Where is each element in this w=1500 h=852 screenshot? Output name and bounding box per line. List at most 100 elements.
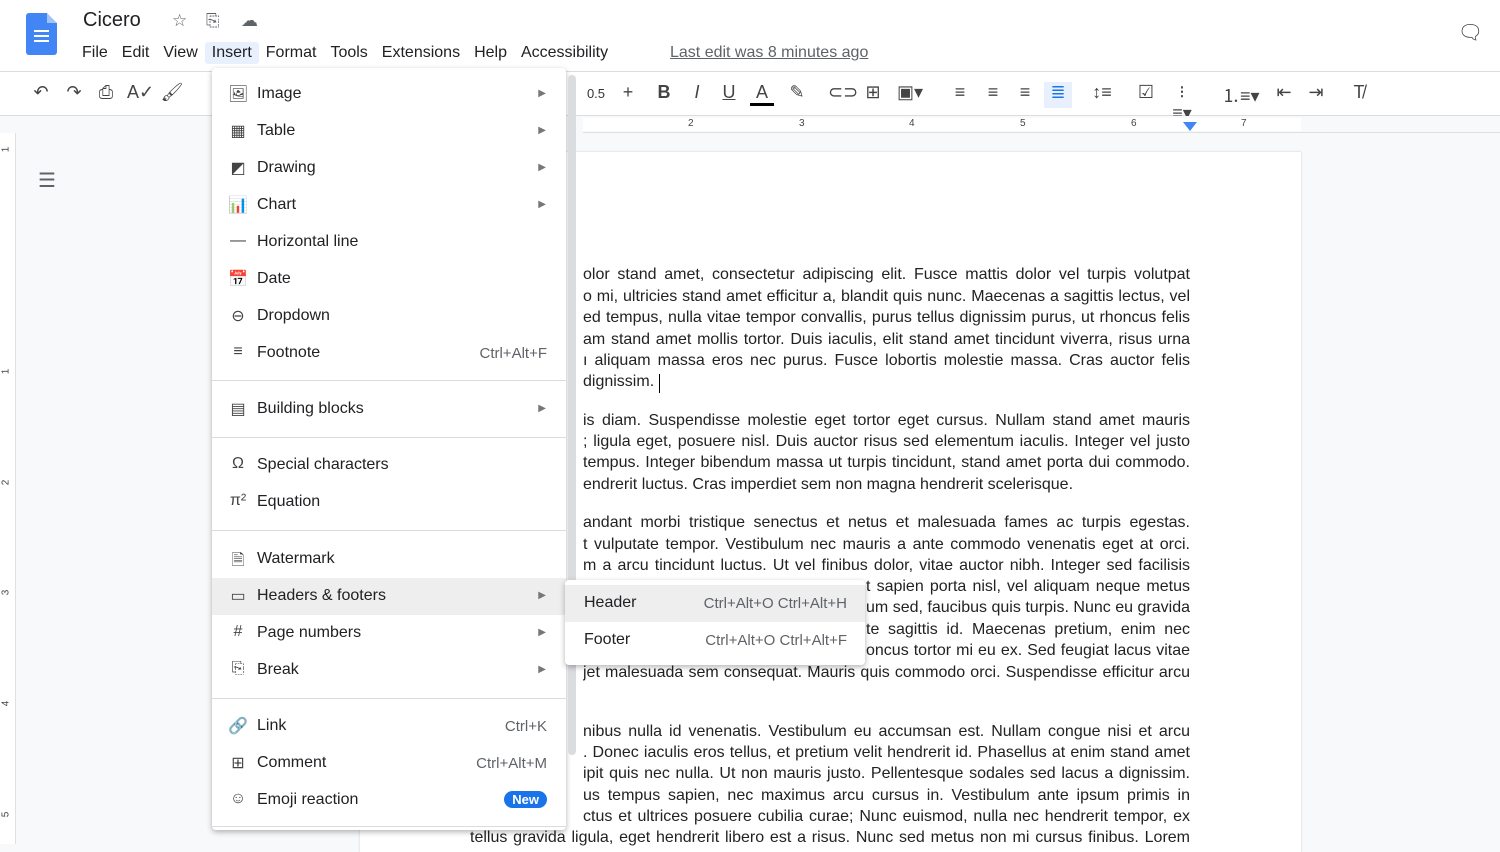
justify-icon[interactable]: ≣ [1044, 82, 1072, 108]
insert-image-icon[interactable]: ▣▾ [897, 82, 921, 103]
redo-icon[interactable]: ↷ [62, 82, 86, 103]
right-indent-marker[interactable] [1183, 122, 1197, 131]
link-icon[interactable]: ⊂⊃ [828, 82, 852, 103]
menu-format[interactable]: Format [259, 42, 324, 64]
document-text-line[interactable]: ipit quis nec nulla. Ut non mauris justo… [583, 764, 1190, 784]
menu-item-label: Footnote [257, 344, 320, 362]
menu-edit[interactable]: Edit [115, 42, 157, 64]
document-text-line[interactable]: andant morbi tristique senectus et netus… [583, 513, 1190, 533]
menu-help[interactable]: Help [467, 42, 514, 64]
dropdown-icon: ⊖ [228, 306, 248, 326]
menu-item-comment[interactable]: ⊞CommentCtrl+Alt+M [212, 745, 566, 782]
menu-item-page-numbers[interactable]: #Page numbers▶ [212, 615, 566, 652]
checklist-icon[interactable]: ☑ [1134, 82, 1158, 103]
document-text-line[interactable]: nibus nulla id venenatis. Vestibulum eu … [583, 722, 1190, 742]
document-text-line[interactable]: is diam. Suspendisse molestie eget torto… [583, 411, 1190, 431]
undo-icon[interactable]: ↶ [29, 82, 53, 103]
menu-view[interactable]: View [156, 42, 204, 64]
bold-icon[interactable]: B [652, 82, 676, 103]
menu-item-equation[interactable]: π²Equation [212, 484, 566, 521]
menu-item-horizontal-line[interactable]: —Horizontal line [212, 224, 566, 261]
document-text-line[interactable]: ; ligula eget, posuere nisl. Duis auctor… [583, 432, 1190, 452]
submenu-item-footer[interactable]: FooterCtrl+Alt+O Ctrl+Alt+F [565, 622, 865, 659]
add-comment-icon[interactable]: ⊞ [861, 82, 885, 103]
menu-item-drawing[interactable]: ◩Drawing▶ [212, 150, 566, 187]
document-text-line[interactable]: jet malesuada sem consequat. Mauris quis… [583, 663, 1190, 683]
document-text-line[interactable]: . Donec iaculis eros tellus, et pretium … [583, 743, 1190, 763]
document-text-line[interactable]: te sagittis id. Maecenas pretium, enim n… [866, 620, 1190, 640]
pi-icon: π² [228, 492, 248, 510]
document-text-line[interactable]: endrerit luctus. Cras imperdiet sem non … [583, 475, 1190, 495]
document-text-line[interactable]: o mi, ultricies stand amet efficitur a, … [583, 287, 1190, 307]
italic-icon[interactable]: I [685, 82, 709, 103]
document-text-line[interactable]: olor stand amet, consectetur adipiscing … [583, 265, 1190, 285]
menu-item-dropdown[interactable]: ⊖Dropdown [212, 298, 566, 335]
align-left-icon[interactable]: ≡ [948, 82, 972, 103]
star-icon[interactable]: ☆ [172, 11, 187, 31]
numbered-list-icon[interactable]: ⒈≡▾ [1222, 82, 1246, 108]
menu-tools[interactable]: Tools [323, 42, 374, 64]
submenu-arrow-icon: ▶ [538, 125, 546, 136]
document-text-line[interactable]: t sapien porta nisl, vel aliquam neque m… [866, 577, 1190, 597]
menu-item-break[interactable]: ⎘Break▶ [212, 652, 566, 689]
increase-indent-icon[interactable]: ⇥ [1304, 82, 1328, 103]
menu-item-building-blocks[interactable]: ▤Building blocks▶ [212, 391, 566, 428]
document-text-line[interactable]: m a arcu tincidunt luctus. Ut vel finibu… [583, 556, 1190, 576]
menu-item-label: Link [257, 717, 286, 735]
insert-menu: 🖼Image▶▦Table▶◩Drawing▶📊Chart▶—Horizonta… [212, 68, 566, 830]
document-text-line[interactable]: ı aliquam massa eros nec purus. Fusce lo… [583, 351, 1190, 371]
text-color-icon[interactable]: A [750, 82, 774, 106]
increase-font-size-icon[interactable]: + [616, 82, 640, 103]
break-icon: ⎘ [228, 660, 248, 678]
clear-formatting-icon[interactable]: T̸ [1347, 82, 1371, 103]
document-text-line[interactable]: ctus et ultrices posuere cubilia curae; … [583, 807, 1190, 827]
document-text-line[interactable]: tellus gravida ligula, eget hendrerit li… [470, 828, 1190, 848]
menu-item-image[interactable]: 🖼Image▶ [212, 76, 566, 113]
ruler-number: 7 [1241, 118, 1247, 129]
menu-insert[interactable]: Insert [205, 42, 259, 64]
comments-icon[interactable]: 🗨 [1458, 20, 1483, 45]
document-text-line[interactable]: um sed, faucibus quis turpis. Nunc eu gr… [866, 598, 1190, 618]
document-text-line[interactable]: tempus. Integer bibendum massa ut turpis… [583, 453, 1190, 473]
document-text-line[interactable]: oncus tortor mi eu ex. Sed feugiat lacus… [866, 641, 1190, 661]
font-size-field[interactable]: 0.5 [584, 86, 608, 101]
move-folder-icon[interactable]: ⎘ [206, 11, 220, 31]
document-text-line[interactable]: dignissim. [583, 372, 1190, 392]
menu-item-headers-footers[interactable]: ▭Headers & footers▶ [212, 578, 566, 615]
submenu-item-header[interactable]: HeaderCtrl+Alt+O Ctrl+Alt+H [565, 585, 865, 622]
menu-extensions[interactable]: Extensions [375, 42, 467, 64]
spellcheck-icon[interactable]: A✓ [127, 82, 151, 103]
decrease-indent-icon[interactable]: ⇤ [1272, 82, 1296, 103]
menu-item-table[interactable]: ▦Table▶ [212, 113, 566, 150]
menu-item-special-characters[interactable]: ΩSpecial characters [212, 447, 566, 484]
document-title[interactable]: Cicero [83, 9, 141, 32]
menu-item-chart[interactable]: 📊Chart▶ [212, 187, 566, 224]
print-icon[interactable]: ⎙ [94, 82, 118, 103]
document-text-line[interactable]: t vulputate tempor. Vestibulum nec mauri… [583, 535, 1190, 555]
submenu-arrow-icon: ▶ [538, 403, 546, 414]
calendar-icon: 📅 [228, 269, 248, 289]
submenu-item-label: Footer [584, 631, 630, 649]
menu-item-link[interactable]: 🔗LinkCtrl+K [212, 708, 566, 745]
docs-logo-icon[interactable] [26, 13, 57, 55]
document-text-line[interactable]: ed tempus, nulla vitae tempor convallis,… [583, 308, 1190, 328]
vertical-ruler[interactable] [0, 133, 16, 844]
menu-item-date[interactable]: 📅Date [212, 261, 566, 298]
highlight-icon[interactable]: ✎ [785, 82, 809, 103]
align-right-icon[interactable]: ≡ [1013, 82, 1037, 103]
line-spacing-icon[interactable]: ↕≡ [1090, 82, 1114, 103]
align-center-icon[interactable]: ≡ [981, 82, 1005, 103]
paint-format-icon[interactable]: 🖌 [160, 82, 184, 103]
document-outline-icon[interactable]: ☰ [38, 168, 56, 193]
menu-item-shortcut: Ctrl+Alt+M [476, 755, 547, 772]
cloud-saved-icon[interactable]: ☁ [241, 11, 258, 31]
menu-accessibility[interactable]: Accessibility [514, 42, 615, 64]
document-text-line[interactable]: us tempus sapien, nec maximus arcu cursu… [583, 786, 1190, 806]
last-edit-link[interactable]: Last edit was 8 minutes ago [670, 44, 868, 62]
underline-icon[interactable]: U [717, 82, 741, 103]
menu-file[interactable]: File [75, 42, 115, 64]
menu-item-emoji-reaction[interactable]: ☺Emoji reactionNew [212, 782, 566, 819]
menu-item-footnote[interactable]: ≡FootnoteCtrl+Alt+F [212, 335, 566, 372]
document-text-line[interactable]: am stand amet mollis tortor. Duis iaculi… [583, 330, 1190, 350]
menu-item-watermark[interactable]: 🗎Watermark [212, 541, 566, 578]
